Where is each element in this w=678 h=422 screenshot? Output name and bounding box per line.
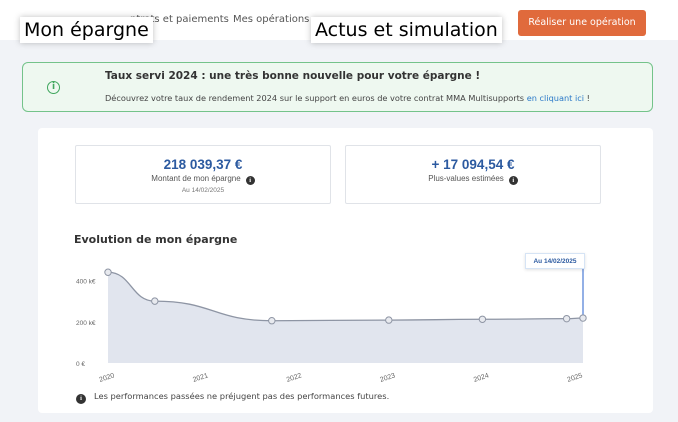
chart-area <box>108 272 583 363</box>
x-tick-label: 2023 <box>379 372 396 384</box>
x-tick-label: 2024 <box>473 372 490 384</box>
performance-disclaimer: i Les performances passées ne préjugent p… <box>76 391 389 404</box>
x-tick-label: 2020 <box>98 372 115 384</box>
y-tick-label: 400 k€ <box>76 279 96 286</box>
y-tick-label: 200 k€ <box>76 320 96 327</box>
chart-date-badge: Au 14/02/2025 <box>525 253 585 269</box>
y-tick-label: 0 € <box>76 361 85 368</box>
chart-point[interactable] <box>579 314 587 322</box>
chart-point[interactable] <box>562 314 571 323</box>
x-tick-label: 2021 <box>192 372 209 384</box>
chart-point[interactable] <box>478 315 487 323</box>
chart-point[interactable] <box>385 316 393 324</box>
x-tick-label: 2025 <box>566 372 583 384</box>
info-icon: i <box>76 394 86 404</box>
x-tick-label: 2022 <box>286 372 303 384</box>
chart-point[interactable] <box>151 297 159 305</box>
chart-point[interactable] <box>104 268 112 276</box>
disclaimer-text: Les performances passées ne préjugent pa… <box>94 391 390 401</box>
savings-evolution-chart: 0 € 200 k€ 400 k€ 2020 2021 2022 2023 2024 2025 <box>76 268 587 384</box>
chart-point[interactable] <box>268 317 276 325</box>
